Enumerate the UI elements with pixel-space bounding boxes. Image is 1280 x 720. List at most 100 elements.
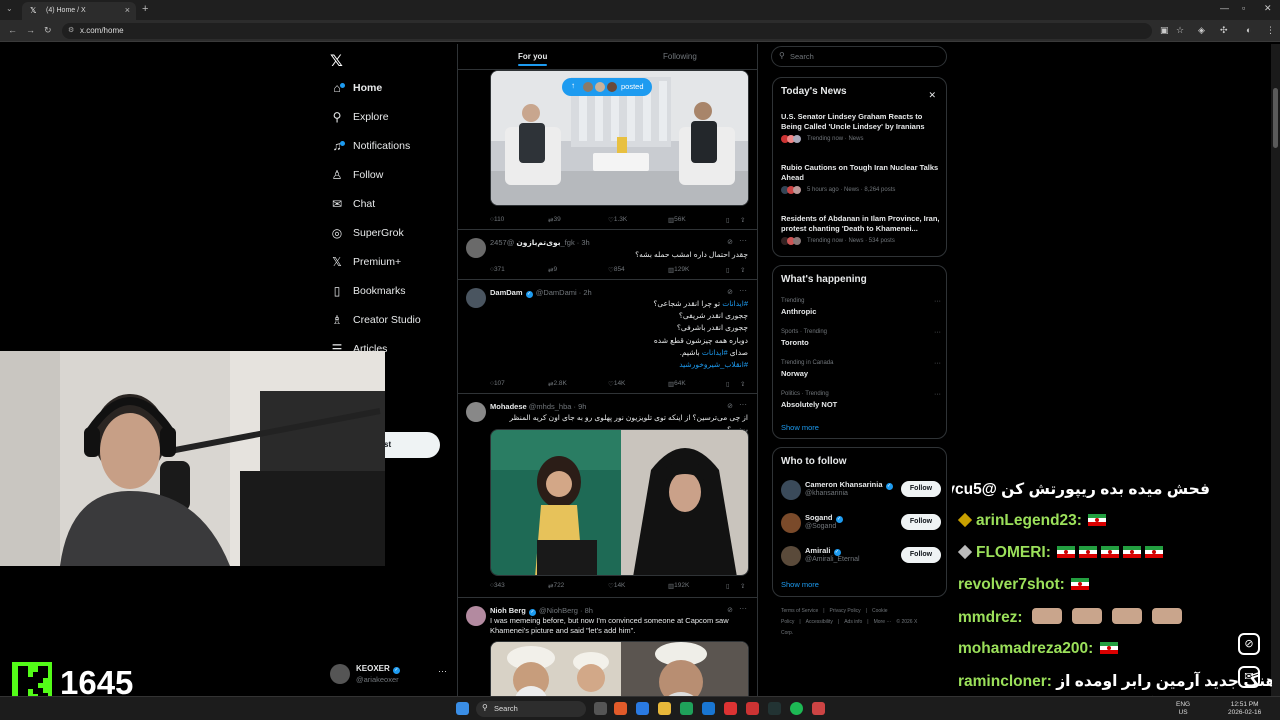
share-icon[interactable]: ⇪ [740, 216, 745, 224]
extension-icon[interactable]: ◈ [1198, 25, 1205, 36]
file-explorer-icon[interactable] [658, 702, 671, 715]
show-more-link[interactable]: Show more [781, 423, 819, 432]
new-posts-pill[interactable]: ↑ posted [562, 78, 652, 96]
footer-link[interactable]: Ads info [844, 619, 862, 625]
store-icon[interactable] [680, 702, 693, 715]
share-icon[interactable]: ⇪ [740, 266, 745, 274]
bookmark-icon[interactable]: ▯ [726, 582, 730, 590]
like-button[interactable]: ♡ 14K [608, 582, 625, 590]
follow-button[interactable]: Follow [901, 514, 941, 530]
views-button[interactable]: ▥ 192K [668, 582, 689, 590]
tab-following[interactable]: Following [663, 52, 697, 61]
footer-link[interactable]: Terms of Service [781, 608, 818, 614]
chat-username[interactable]: FLOMERI: [976, 544, 1051, 561]
hashtag-link[interactable]: #ایدانات [702, 348, 728, 357]
follow-suggestion[interactable]: Sogand ✓ @Sogand Follow [781, 511, 941, 537]
share-icon[interactable]: ⇪ [740, 380, 745, 388]
chat-settings-icon[interactable]: ✉ [1238, 666, 1260, 688]
scrollbar[interactable] [1271, 44, 1280, 696]
repost-button[interactable]: ⇄ 39 [548, 216, 561, 224]
nav-item-supergrok[interactable]: ◎ SuperGrok [330, 223, 404, 243]
nav-item-home[interactable]: ⌂ Home [330, 78, 382, 98]
bookmark-icon[interactable]: ▯ [726, 266, 730, 274]
trend-item[interactable]: Politics · Trending Absolutely NOT ··· [781, 391, 941, 409]
footer-link[interactable]: Privacy Policy [830, 608, 861, 614]
task-view-icon[interactable] [594, 702, 607, 715]
post[interactable]: Mohadese @mhds_hba · 9h ⊘ ··· از چی می‌ت… [458, 394, 757, 598]
follow-suggestion[interactable]: Amirali ✓ @Amirali_Eternal Follow [781, 544, 941, 570]
clock[interactable]: 12:51 PM 2026-02-16 [1228, 701, 1261, 717]
popout-chat-icon[interactable]: ⊘ [1238, 633, 1260, 655]
nav-item-bookmarks[interactable]: ▯ Bookmarks [330, 281, 406, 301]
browser-menu-icon[interactable]: ⋮ [1266, 25, 1275, 36]
chat-username[interactable]: mmdrez: [958, 609, 1023, 626]
forward-icon[interactable]: → [26, 25, 35, 35]
footer-link[interactable]: More ··· [874, 619, 892, 625]
nav-item-chat[interactable]: ✉ Chat [330, 194, 375, 214]
views-button[interactable]: ▥ 129K [668, 266, 689, 274]
steam-icon[interactable] [768, 702, 781, 715]
footer-link[interactable]: Accessibility [806, 619, 833, 625]
post-image[interactable] [490, 429, 749, 576]
chat-username[interactable]: mohamadreza200: [958, 640, 1093, 657]
follow-button[interactable]: Follow [901, 547, 941, 563]
bookmark-icon[interactable]: ▯ [726, 216, 730, 224]
more-icon[interactable]: ··· [934, 298, 941, 305]
repost-button[interactable]: ⇄ 722 [548, 582, 564, 590]
nav-item-notifications[interactable]: ♫ Notifications [330, 136, 411, 156]
views-button[interactable]: ▥ 56K [668, 216, 686, 224]
repost-button[interactable]: ⇄ 2.8K [548, 380, 567, 388]
hashtag-link[interactable]: #انقلاب_شیروخورشید [679, 360, 748, 369]
news-item[interactable]: U.S. Senator Lindsey Graham Reacts to Be… [781, 112, 941, 143]
nav-item-explore[interactable]: ⚲ Explore [330, 107, 389, 127]
show-more-link[interactable]: Show more [781, 580, 819, 589]
grok-icon[interactable]: ⊘ [727, 402, 733, 410]
like-button[interactable]: ♡ 14K [608, 380, 625, 388]
repost-button[interactable]: ⇄ 9 [548, 266, 557, 274]
nav-item-premium[interactable]: 𝕏 Premium+ [330, 252, 401, 272]
news-item[interactable]: Residents of Abdanan in Ilam Province, I… [781, 214, 941, 245]
address-bar[interactable]: ⚙ x.com/home [62, 23, 1152, 39]
more-icon[interactable]: ··· [739, 604, 747, 613]
reload-icon[interactable]: ↻ [44, 25, 52, 36]
grok-icon[interactable]: ⊘ [727, 238, 733, 246]
more-icon[interactable]: ··· [934, 391, 941, 398]
site-info-icon[interactable]: ⚙ [68, 26, 74, 34]
reply-button[interactable]: ○ 371 [490, 266, 505, 273]
copilot-icon[interactable] [614, 702, 627, 715]
more-icon[interactable]: ··· [739, 286, 747, 295]
more-icon[interactable]: ··· [934, 329, 941, 336]
search-input[interactable]: ⚲ Search [771, 46, 947, 67]
outlook-icon[interactable] [702, 702, 715, 715]
maximize-icon[interactable]: ▫ [1242, 3, 1245, 13]
trend-item[interactable]: Trending Anthropic ··· [781, 298, 941, 316]
windows-start-icon[interactable] [456, 702, 469, 715]
nav-item-creator-studio[interactable]: ♗ Creator Studio [330, 310, 421, 330]
edge-icon[interactable] [636, 702, 649, 715]
new-tab-button[interactable]: + [142, 3, 148, 15]
share-icon[interactable]: ⇪ [740, 582, 745, 590]
more-icon[interactable]: ··· [438, 666, 447, 676]
more-icon[interactable]: ··· [739, 400, 747, 409]
grok-icon[interactable]: ⊘ [727, 606, 733, 614]
reply-button[interactable]: ○ 107 [490, 380, 505, 387]
app-icon[interactable] [746, 702, 759, 715]
close-window-icon[interactable]: ✕ [1264, 3, 1272, 14]
chat-username[interactable]: revolver7shot: [958, 576, 1065, 593]
back-icon[interactable]: ← [8, 25, 17, 35]
trend-item[interactable]: Trending in Canada Norway ··· [781, 360, 941, 378]
like-button[interactable]: ♡ 1.3K [608, 216, 627, 224]
chat-username[interactable]: ramincloner: [958, 673, 1052, 690]
tab-close-icon[interactable]: × [125, 5, 130, 15]
tab-for-you[interactable]: For you [518, 52, 548, 66]
spotify-icon[interactable] [790, 702, 803, 715]
x-logo-icon[interactable]: 𝕏 [330, 51, 343, 71]
bookmark-star-icon[interactable]: ☆ [1176, 25, 1184, 36]
reply-button[interactable]: ○ 343 [490, 582, 505, 589]
like-button[interactable]: ♡ 854 [608, 266, 625, 274]
news-item[interactable]: Rubio Cautions on Tough Iran Nuclear Tal… [781, 163, 941, 194]
post[interactable]: بوی‌تم‌بازون @2457_fgk · 3h ⊘ ··· چقدر ا… [458, 230, 757, 280]
follow-suggestion[interactable]: Cameron Khansarinia ✓ @khansarinia Follow [781, 478, 941, 504]
scrollbar-thumb[interactable] [1273, 88, 1278, 148]
youtube-icon[interactable] [724, 702, 737, 715]
